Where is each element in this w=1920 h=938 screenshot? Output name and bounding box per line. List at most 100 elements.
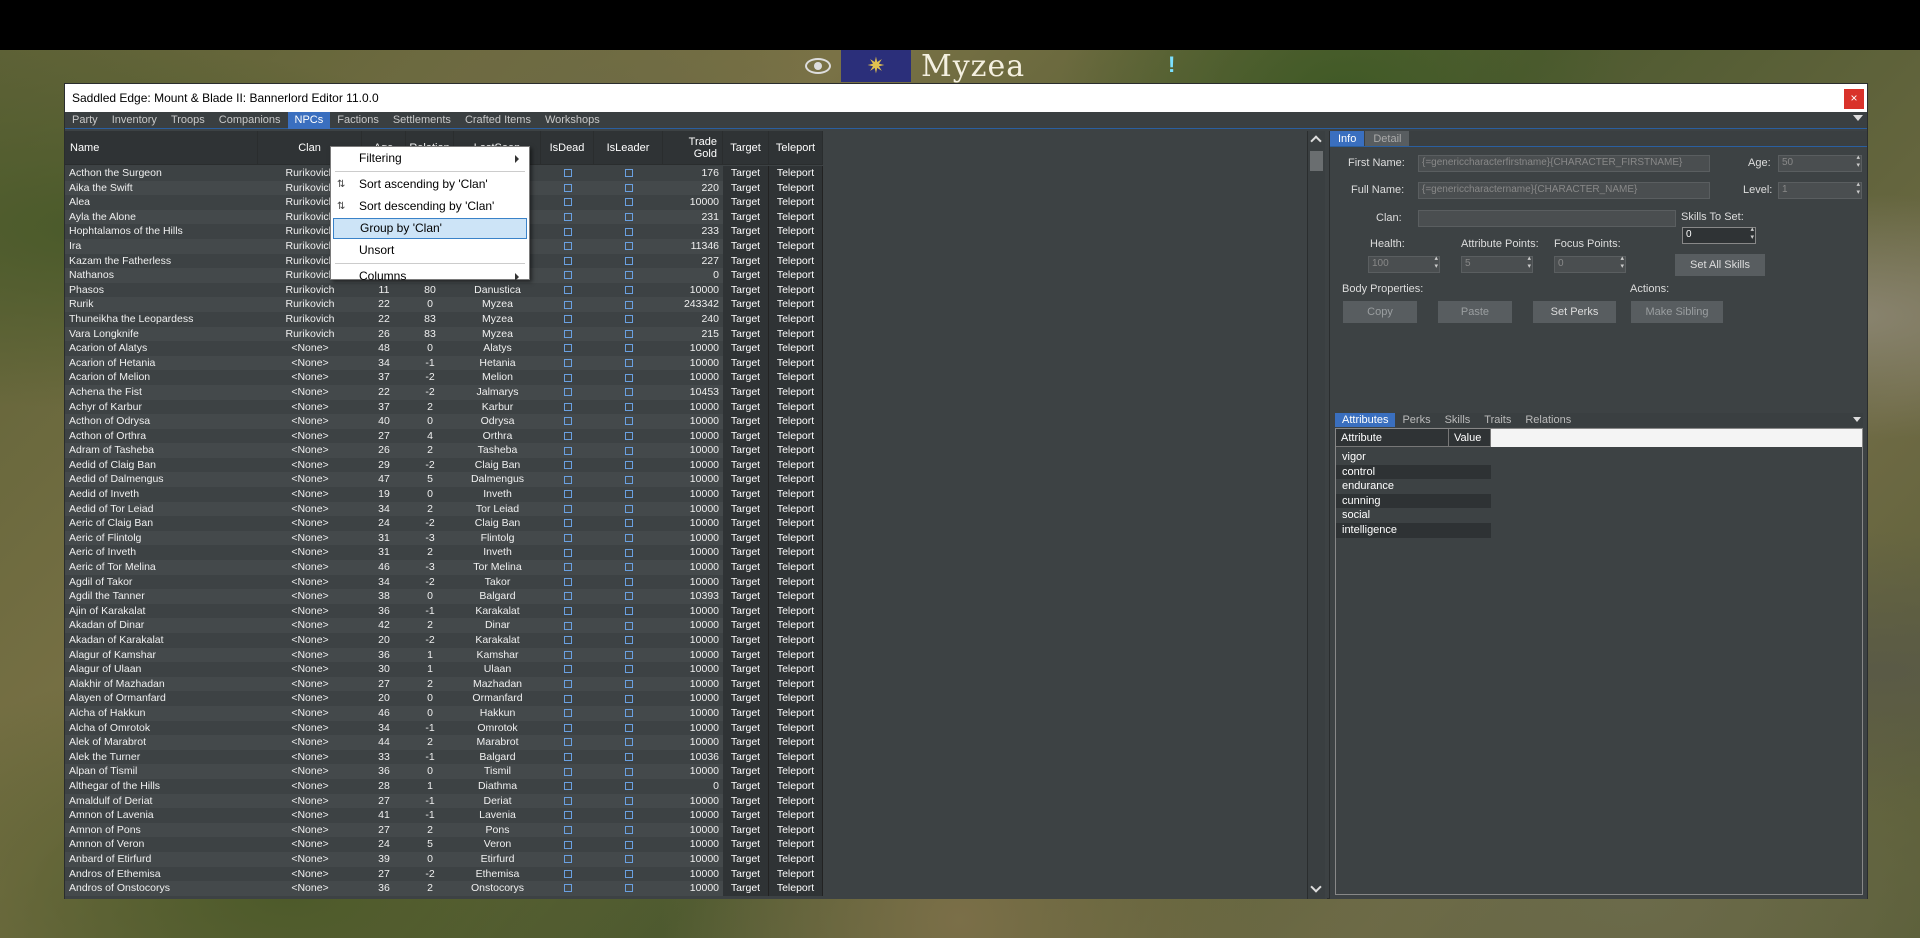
isleader-checkbox[interactable] bbox=[624, 446, 633, 455]
npc-clan-cell[interactable]: <None> bbox=[258, 793, 362, 809]
tab-npcs[interactable]: NPCs bbox=[287, 111, 331, 129]
teleport-button[interactable]: Teleport bbox=[769, 778, 823, 794]
target-button[interactable]: Target bbox=[723, 180, 769, 196]
npc-trade-gold-cell[interactable]: 10000 bbox=[663, 472, 723, 488]
npc-trade-gold-cell[interactable]: 10000 bbox=[663, 458, 723, 473]
table-row[interactable]: Aeric of Flintolg <None> 31 -3 Flintolg 10000… bbox=[65, 530, 885, 546]
npc-name-cell[interactable]: Acarion of Melion bbox=[65, 370, 258, 385]
tab-party[interactable]: Party bbox=[65, 112, 105, 129]
menu-item-unsort[interactable]: Unsort bbox=[333, 240, 527, 261]
npc-clan-cell[interactable]: <None> bbox=[258, 764, 362, 779]
isleader-checkbox[interactable] bbox=[624, 650, 633, 659]
tab-troops[interactable]: Troops bbox=[164, 112, 212, 129]
npc-clan-cell[interactable]: <None> bbox=[258, 560, 362, 575]
npc-clan-cell[interactable]: <None> bbox=[258, 662, 362, 677]
npc-relation-cell[interactable]: -3 bbox=[406, 530, 454, 546]
tab-settlements[interactable]: Settlements bbox=[386, 112, 458, 129]
target-button[interactable]: Target bbox=[723, 399, 769, 415]
npc-trade-gold-cell[interactable]: 10000 bbox=[663, 429, 723, 444]
target-button[interactable]: Target bbox=[723, 851, 769, 867]
npc-clan-cell[interactable]: <None> bbox=[258, 501, 362, 517]
teleport-button[interactable]: Teleport bbox=[769, 341, 823, 356]
target-button[interactable]: Target bbox=[723, 282, 769, 298]
teleport-button[interactable]: Teleport bbox=[769, 487, 823, 502]
npc-name-cell[interactable]: Aedid of Dalmengus bbox=[65, 472, 258, 488]
npc-name-cell[interactable]: Acthon the Surgeon bbox=[65, 166, 258, 181]
npc-clan-cell[interactable]: <None> bbox=[258, 633, 362, 648]
npc-lastseen-cell[interactable]: Mazhadan bbox=[454, 676, 541, 692]
npc-trade-gold-cell[interactable]: 10000 bbox=[663, 881, 723, 896]
target-button[interactable]: Target bbox=[723, 253, 769, 269]
isdead-checkbox[interactable] bbox=[563, 358, 572, 367]
npc-lastseen-cell[interactable]: Onstocorys bbox=[454, 881, 541, 896]
teleport-button[interactable]: Teleport bbox=[769, 720, 823, 736]
npc-age-cell[interactable]: 37 bbox=[362, 400, 406, 415]
npc-relation-cell[interactable]: 1 bbox=[406, 647, 454, 663]
npc-trade-gold-cell[interactable]: 10000 bbox=[663, 370, 723, 385]
table-row[interactable]: Achyr of Karbur <None> 37 2 Karbur 10000 Targe… bbox=[65, 399, 885, 415]
npc-name-cell[interactable]: Ira bbox=[65, 238, 258, 254]
npc-trade-gold-cell[interactable]: 10000 bbox=[663, 822, 723, 838]
npc-trade-gold-cell[interactable]: 10000 bbox=[663, 341, 723, 356]
npc-trade-gold-cell[interactable]: 10000 bbox=[663, 691, 723, 706]
set-all-skills-button[interactable]: Set All Skills bbox=[1675, 254, 1765, 276]
npc-lastseen-cell[interactable]: Tasheba bbox=[454, 443, 541, 458]
column-header-name[interactable]: Name bbox=[65, 131, 258, 165]
npc-name-cell[interactable]: Agdil of Takor bbox=[65, 575, 258, 590]
isleader-checkbox[interactable] bbox=[624, 723, 633, 732]
npc-clan-cell[interactable]: <None> bbox=[258, 705, 362, 721]
skills-to-set-field[interactable]: 0 bbox=[1682, 226, 1756, 244]
npc-age-cell[interactable]: 24 bbox=[362, 837, 406, 852]
attribute-points-field[interactable]: 5 bbox=[1461, 255, 1533, 273]
menu-item-group-by[interactable]: Group by 'Clan' bbox=[333, 218, 527, 239]
npc-relation-cell[interactable]: 2 bbox=[406, 443, 454, 458]
target-button[interactable]: Target bbox=[723, 603, 769, 619]
target-button[interactable]: Target bbox=[723, 560, 769, 575]
teleport-button[interactable]: Teleport bbox=[769, 603, 823, 619]
npc-name-cell[interactable]: Kazam the Fatherless bbox=[65, 254, 258, 269]
npc-clan-cell[interactable]: <None> bbox=[258, 414, 362, 429]
npc-name-cell[interactable]: Achyr of Karbur bbox=[65, 400, 258, 415]
npc-lastseen-cell[interactable]: Hakkun bbox=[454, 705, 541, 721]
npc-name-cell[interactable]: Vara Longknife bbox=[65, 326, 258, 342]
npc-trade-gold-cell[interactable]: 240 bbox=[663, 312, 723, 327]
value-column-header[interactable]: Value bbox=[1449, 429, 1491, 447]
npc-lastseen-cell[interactable]: Omrotok bbox=[454, 721, 541, 736]
isdead-checkbox[interactable] bbox=[563, 709, 572, 718]
teleport-button[interactable]: Teleport bbox=[769, 370, 823, 385]
npc-trade-gold-cell[interactable]: 10000 bbox=[663, 414, 723, 429]
target-button[interactable]: Target bbox=[723, 647, 769, 663]
npc-lastseen-cell[interactable]: Ormanfard bbox=[454, 691, 541, 706]
teleport-button[interactable]: Teleport bbox=[769, 195, 823, 210]
npc-relation-cell[interactable]: 0 bbox=[406, 851, 454, 867]
npc-lastseen-cell[interactable]: Alatys bbox=[454, 341, 541, 356]
isdead-checkbox[interactable] bbox=[563, 329, 572, 338]
isdead-checkbox[interactable] bbox=[563, 490, 572, 499]
table-row[interactable]: Acarion of Alatys <None> 48 0 Alatys 10000 Tar… bbox=[65, 341, 885, 356]
isleader-checkbox[interactable] bbox=[624, 358, 633, 367]
tab-traits[interactable]: Traits bbox=[1477, 413, 1518, 427]
isleader-checkbox[interactable] bbox=[624, 388, 633, 397]
table-row[interactable]: Vara Longknife Rurikovich 26 83 Myzea 215 Targ… bbox=[65, 326, 885, 342]
npc-age-cell[interactable]: 39 bbox=[362, 851, 406, 867]
isleader-checkbox[interactable] bbox=[624, 534, 633, 543]
teleport-button[interactable]: Teleport bbox=[769, 866, 823, 882]
teleport-button[interactable]: Teleport bbox=[769, 530, 823, 546]
isleader-checkbox[interactable] bbox=[624, 227, 633, 236]
npc-name-cell[interactable]: Rurik bbox=[65, 297, 258, 312]
npc-clan-cell[interactable]: <None> bbox=[258, 735, 362, 750]
window-titlebar[interactable]: Saddled Edge: Mount & Blade II: Bannerlo… bbox=[65, 84, 1867, 112]
isleader-checkbox[interactable] bbox=[624, 694, 633, 703]
isdead-checkbox[interactable] bbox=[563, 183, 572, 192]
isleader-checkbox[interactable] bbox=[624, 431, 633, 440]
table-row[interactable]: Alayen of Ormanfard <None> 20 0 Ormanfard 100… bbox=[65, 691, 885, 706]
isleader-checkbox[interactable] bbox=[624, 738, 633, 747]
npc-trade-gold-cell[interactable]: 0 bbox=[663, 268, 723, 283]
teleport-button[interactable]: Teleport bbox=[769, 326, 823, 342]
npc-relation-cell[interactable]: 2 bbox=[406, 400, 454, 415]
tab-skills[interactable]: Skills bbox=[1438, 413, 1478, 427]
menu-item-columns[interactable]: Columns bbox=[333, 266, 527, 287]
npc-trade-gold-cell[interactable]: 10000 bbox=[663, 604, 723, 619]
npc-age-cell[interactable]: 46 bbox=[362, 560, 406, 575]
target-button[interactable]: Target bbox=[723, 311, 769, 327]
